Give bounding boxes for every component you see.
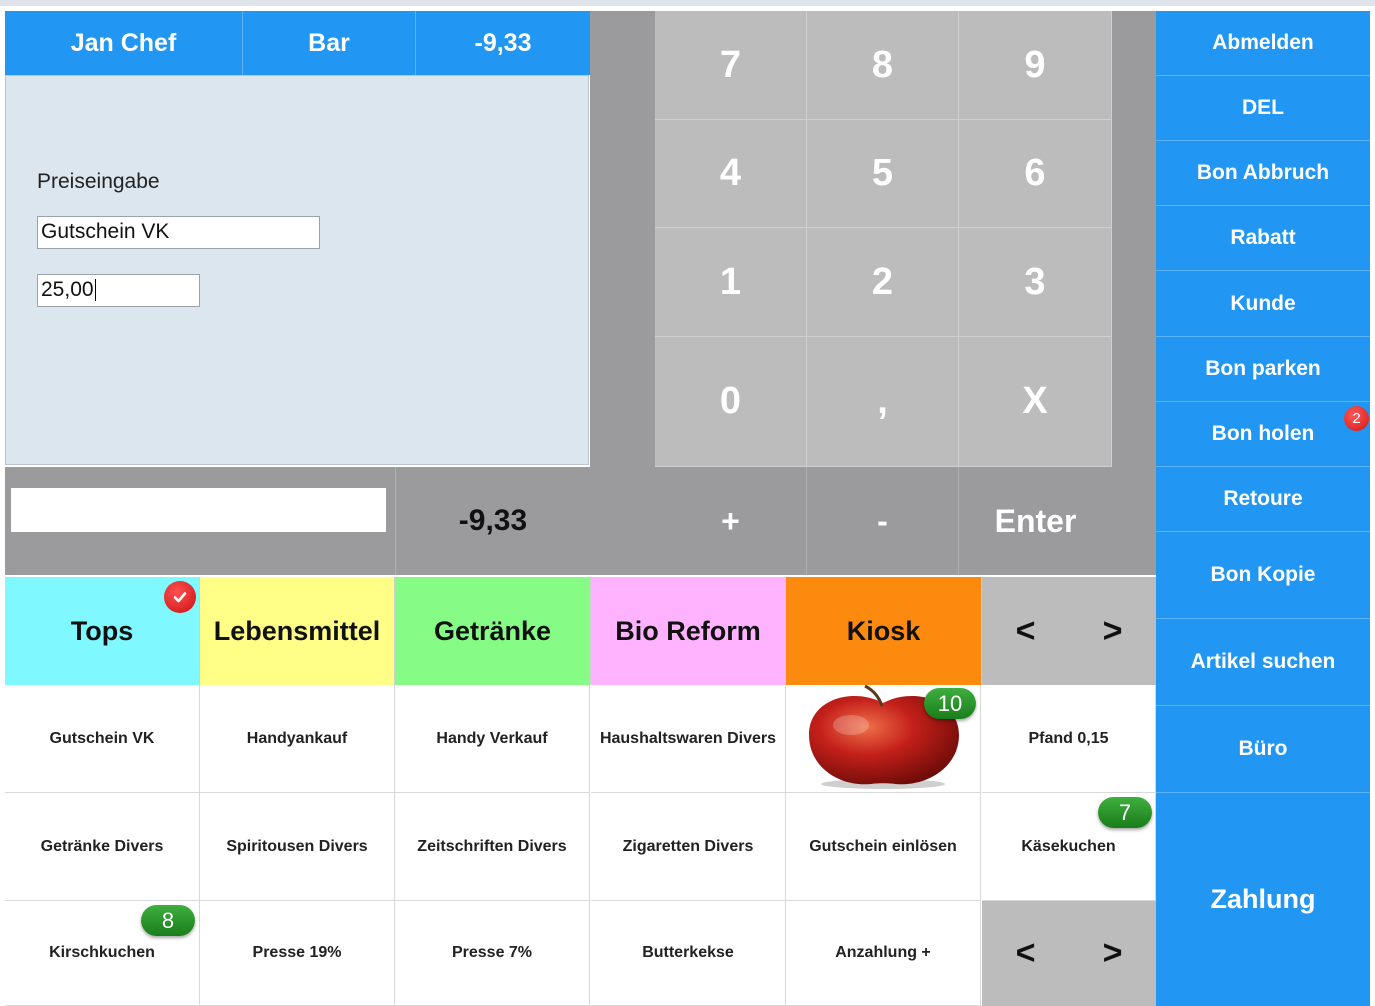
office-button[interactable]: Büro — [1156, 706, 1370, 793]
cancel-receipt-button[interactable]: Bon Abbruch — [1156, 141, 1370, 206]
key-0[interactable]: 0 — [655, 337, 807, 467]
key-comma[interactable]: , — [807, 337, 959, 467]
item-pager: < > — [982, 901, 1156, 1006]
key-1[interactable]: 1 — [655, 228, 807, 337]
key-plus[interactable]: + — [655, 467, 807, 575]
category-prev-button[interactable]: < — [982, 577, 1069, 685]
category-pager: < > — [982, 577, 1156, 685]
logout-button[interactable]: Abmelden — [1156, 11, 1370, 76]
key-clear-x[interactable]: X — [959, 337, 1112, 467]
price-input[interactable]: 25,00 — [37, 274, 200, 307]
total-amount: -9,33 — [395, 467, 590, 575]
key-6[interactable]: 6 — [959, 120, 1112, 228]
item-next-button[interactable]: > — [1069, 901, 1156, 1006]
category-kiosk[interactable]: Kiosk — [786, 577, 982, 685]
item-gutschein-einloesen[interactable]: Gutschein einlösen — [786, 793, 981, 901]
search-article-button[interactable]: Artikel suchen — [1156, 619, 1370, 706]
kaesekuchen-count-badge: 7 — [1098, 797, 1152, 828]
key-7[interactable]: 7 — [655, 11, 807, 120]
selected-check-icon — [164, 581, 196, 613]
category-next-button[interactable]: > — [1069, 577, 1156, 685]
receipt-copy-button[interactable]: Bon Kopie — [1156, 532, 1370, 619]
category-bio-reform[interactable]: Bio Reform — [591, 577, 786, 685]
key-9[interactable]: 9 — [959, 11, 1112, 120]
item-gutschein-vk[interactable]: Gutschein VK — [5, 685, 200, 793]
item-zigaretten-divers[interactable]: Zigaretten Divers — [591, 793, 786, 901]
price-entry-label: Preiseingabe — [37, 170, 160, 193]
payment-button[interactable]: Zahlung — [1156, 793, 1370, 1006]
customer-button[interactable]: Kunde — [1156, 271, 1370, 337]
apple-count-badge: 10 — [924, 688, 976, 719]
key-minus[interactable]: - — [807, 467, 959, 575]
price-input-value: 25,00 — [41, 278, 94, 301]
category-getraenke[interactable]: Getränke — [395, 577, 591, 685]
item-presse-7[interactable]: Presse 7% — [395, 901, 590, 1006]
divider-right — [1112, 11, 1156, 575]
park-receipt-button[interactable]: Bon parken — [1156, 337, 1370, 402]
payment-mode-label: Bar — [243, 11, 416, 75]
item-handy-verkauf[interactable]: Handy Verkauf — [395, 685, 590, 793]
item-spiritousen-divers[interactable]: Spiritousen Divers — [200, 793, 395, 901]
item-haushaltswaren-divers[interactable]: Haushaltswaren Divers — [591, 685, 786, 793]
item-butterkekse[interactable]: Butterkekse — [591, 901, 786, 1006]
parked-count-badge: 2 — [1344, 406, 1369, 431]
item-pfand[interactable]: Pfand 0,15 — [982, 685, 1156, 793]
key-2[interactable]: 2 — [807, 228, 959, 337]
text-caret — [94, 279, 96, 302]
item-getraenke-divers[interactable]: Getränke Divers — [5, 793, 200, 901]
key-4[interactable]: 4 — [655, 120, 807, 228]
item-presse-19[interactable]: Presse 19% — [200, 901, 395, 1006]
header-balance: -9,33 — [416, 11, 590, 75]
article-name-field[interactable]: Gutschein VK — [37, 216, 320, 249]
price-entry-panel — [5, 75, 589, 465]
article-name-value: Gutschein VK — [41, 220, 170, 243]
item-prev-button[interactable]: < — [982, 901, 1069, 1006]
item-anzahlung[interactable]: Anzahlung + — [786, 901, 981, 1006]
top-border — [0, 0, 1375, 6]
divider-left — [590, 11, 655, 575]
user-label: Jan Chef — [5, 11, 243, 75]
kirschkuchen-count-badge: 8 — [141, 905, 195, 936]
key-enter[interactable]: Enter — [959, 467, 1112, 575]
item-handyankauf[interactable]: Handyankauf — [200, 685, 395, 793]
category-lebensmittel[interactable]: Lebensmittel — [200, 577, 395, 685]
key-8[interactable]: 8 — [807, 11, 959, 120]
key-5[interactable]: 5 — [807, 120, 959, 228]
item-zeitschriften-divers[interactable]: Zeitschriften Divers — [395, 793, 590, 901]
retrieve-receipt-button[interactable]: Bon holen — [1156, 402, 1370, 467]
delete-button[interactable]: DEL — [1156, 76, 1370, 141]
barcode-input[interactable] — [11, 488, 386, 532]
discount-button[interactable]: Rabatt — [1156, 206, 1370, 271]
key-3[interactable]: 3 — [959, 228, 1112, 337]
return-button[interactable]: Retoure — [1156, 467, 1370, 532]
